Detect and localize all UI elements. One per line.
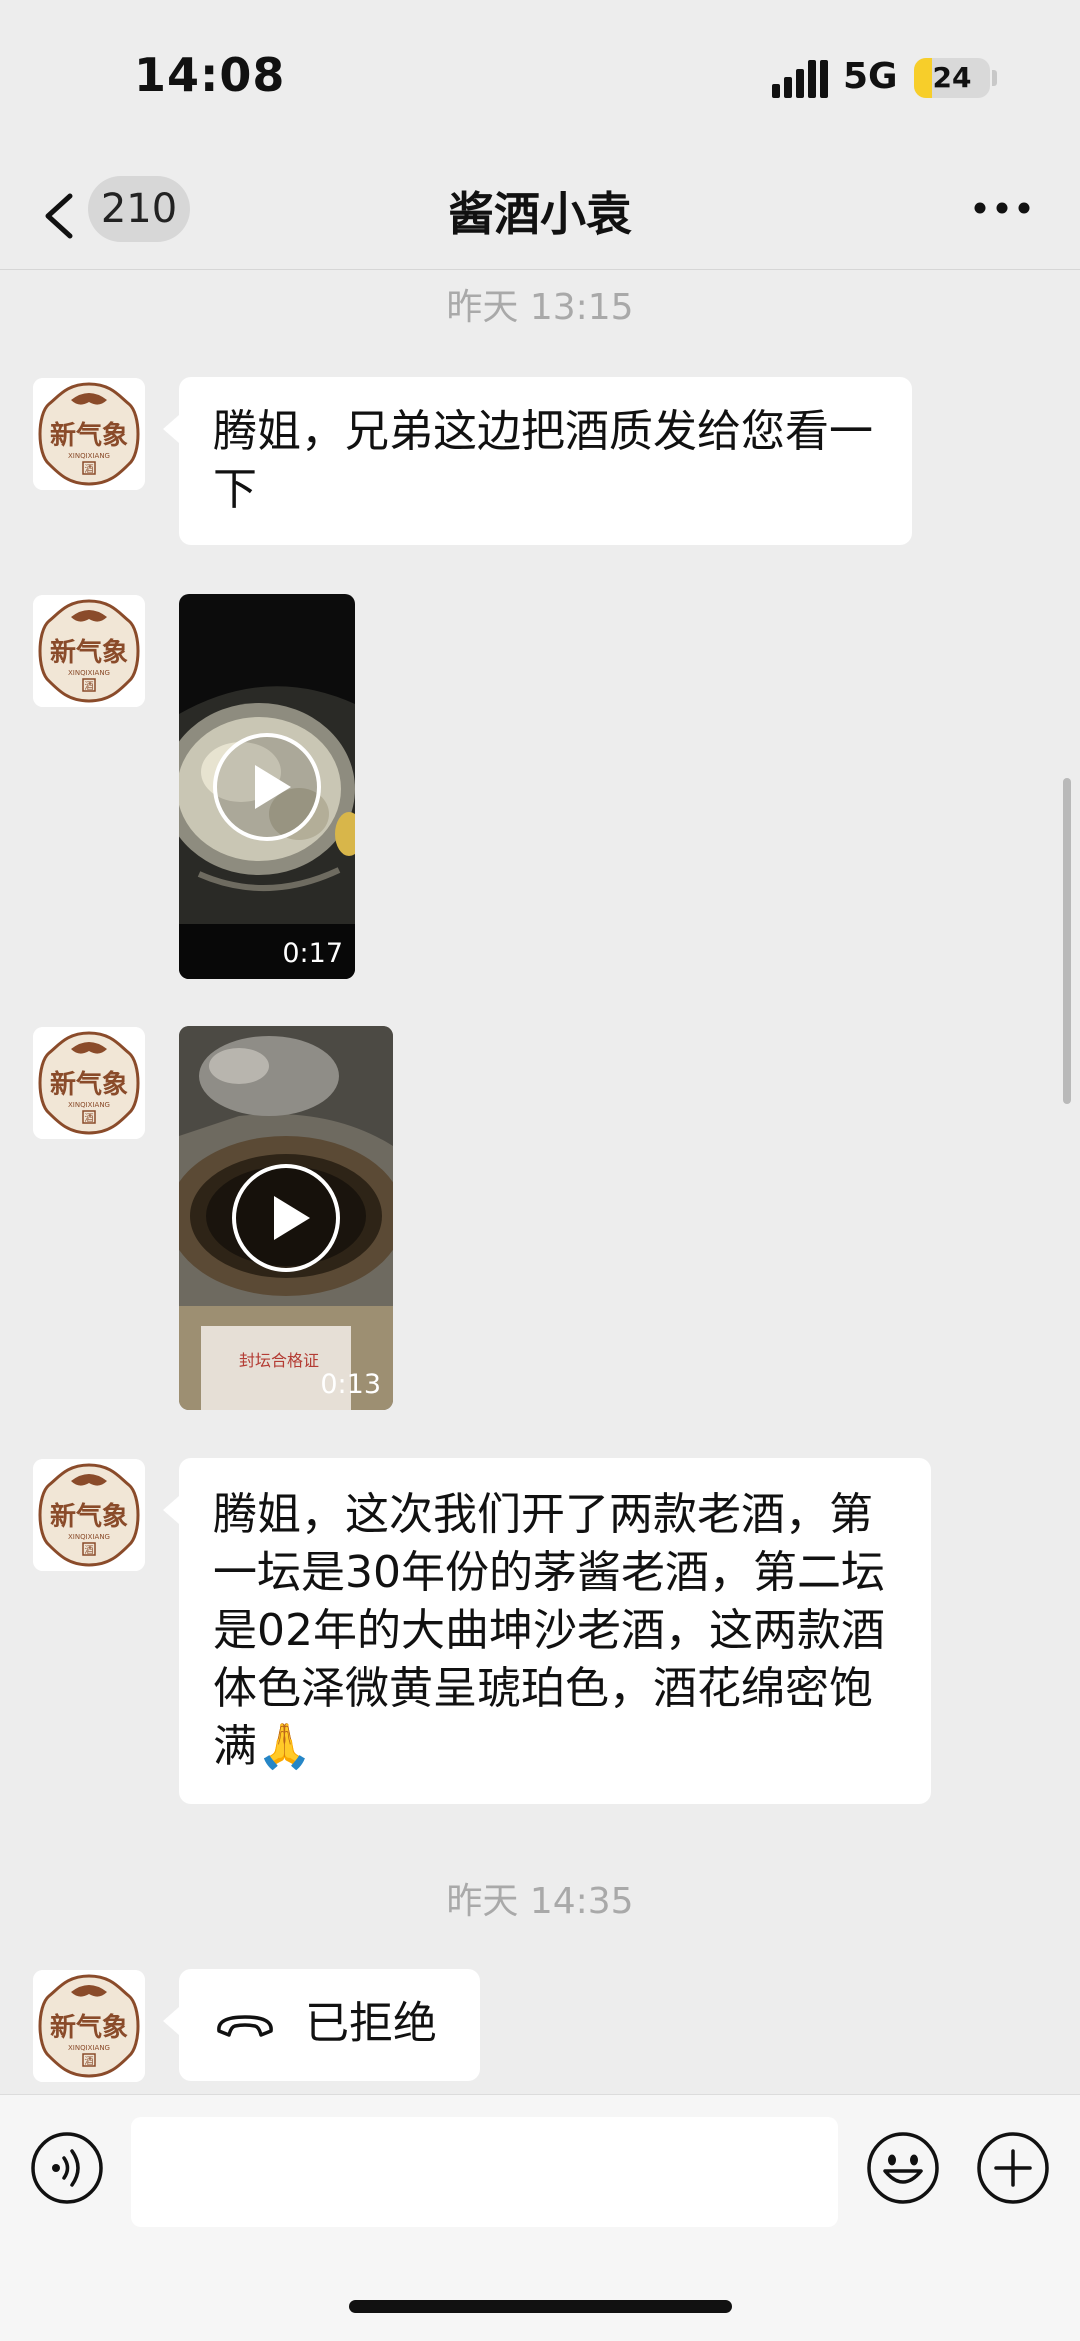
svg-text:XINQIXIANG: XINQIXIANG	[68, 1533, 110, 1541]
status-bar: 14:08 5G 24	[0, 0, 1080, 160]
video-duration: 0:13	[320, 1369, 381, 1400]
scrollbar[interactable]	[1063, 778, 1071, 1104]
message-timestamp: 昨天 14:35	[446, 1881, 634, 1922]
message-bubble[interactable]: 腾姐，兄弟这边把酒质发给您看一下	[163, 377, 912, 545]
svg-text:酒: 酒	[84, 1113, 93, 1124]
chevron-left-icon[interactable]	[40, 188, 80, 244]
hang-up-icon	[217, 2015, 273, 2037]
more-options-icon[interactable]	[972, 196, 1032, 220]
plus-icon[interactable]	[976, 2131, 1050, 2205]
svg-text:XINQIXIANG: XINQIXIANG	[68, 1101, 110, 1109]
network-type: 5G	[843, 56, 898, 97]
message-bubble[interactable]: 腾姐，这次我们开了两款老酒，第一坛是30年份的茅酱老酒，第二坛是02年的大曲坤沙…	[163, 1458, 931, 1804]
video-message[interactable]: 0:17	[179, 594, 355, 979]
svg-text:新气象: 新气象	[50, 2012, 128, 2043]
play-icon[interactable]	[230, 1162, 342, 1274]
svg-text:新气象: 新气象	[50, 1069, 128, 1100]
svg-text:酒: 酒	[84, 2056, 93, 2067]
video-message[interactable]: 封坛合格证 0:13	[179, 1026, 393, 1410]
signal-icon	[772, 60, 828, 98]
svg-text:新气象: 新气象	[50, 420, 128, 451]
svg-text:XINQIXIANG: XINQIXIANG	[68, 669, 110, 677]
svg-text:酒: 酒	[84, 1545, 93, 1556]
chat-header: 210 酱酒小袁	[0, 160, 1080, 270]
svg-text:XINQIXIANG: XINQIXIANG	[68, 2044, 110, 2052]
message-text: 腾姐，兄弟这边把酒质发给您看一下	[213, 406, 873, 515]
contact-avatar[interactable]: 新气象 XINQIXIANG 酒	[33, 1459, 145, 1571]
voice-input-icon[interactable]	[30, 2131, 104, 2205]
folded-hands-emoji: 🙏	[257, 1721, 312, 1772]
play-icon[interactable]	[211, 731, 323, 843]
svg-text:新气象: 新气象	[50, 637, 128, 668]
message-text: 腾姐，这次我们开了两款老酒，第一坛是30年份的茅酱老酒，第二坛是02年的大曲坤沙…	[213, 1489, 885, 1772]
battery-level: 24	[932, 61, 972, 94]
status-time: 14:08	[134, 48, 286, 102]
battery-icon: 24	[914, 58, 990, 98]
contact-avatar[interactable]: 新气象 XINQIXIANG 酒	[33, 378, 145, 490]
unread-count-badge[interactable]: 210	[88, 176, 190, 242]
message-input[interactable]	[131, 2117, 838, 2227]
home-indicator[interactable]	[349, 2300, 732, 2313]
svg-text:新气象: 新气象	[50, 1501, 128, 1532]
video-duration: 0:17	[282, 938, 343, 969]
contact-avatar[interactable]: 新气象 XINQIXIANG 酒	[33, 1027, 145, 1139]
contact-avatar[interactable]: 新气象 XINQIXIANG 酒	[33, 595, 145, 707]
contact-avatar[interactable]: 新气象 XINQIXIANG 酒	[33, 1970, 145, 2082]
call-record-bubble[interactable]: 已拒绝	[163, 1969, 480, 2081]
call-status-text: 已拒绝	[305, 1998, 437, 2049]
svg-text:XINQIXIANG: XINQIXIANG	[68, 452, 110, 460]
video-label: 封坛合格证	[239, 1351, 319, 1370]
svg-text:酒: 酒	[84, 464, 93, 475]
emoji-icon[interactable]	[866, 2131, 940, 2205]
battery-cap	[992, 70, 997, 86]
svg-text:酒: 酒	[84, 681, 93, 692]
message-timestamp: 昨天 13:15	[446, 287, 634, 328]
